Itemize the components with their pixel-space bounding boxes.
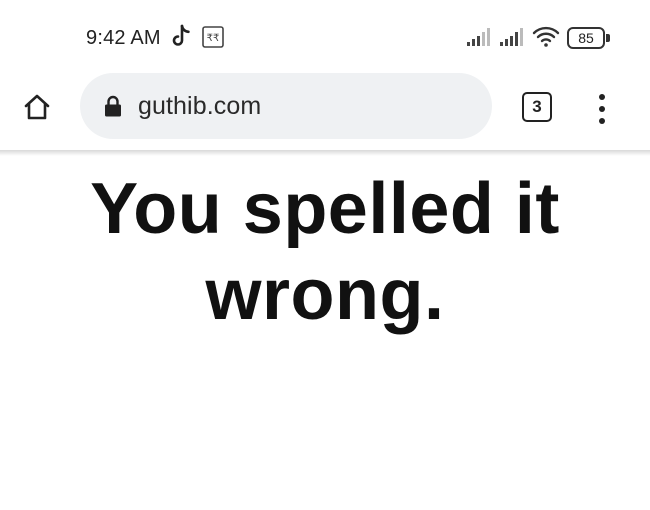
signal-strength-icon <box>500 28 523 46</box>
more-vertical-icon[interactable] <box>592 92 612 126</box>
tab-switcher-button[interactable]: 3 <box>522 92 552 122</box>
rupee-glyph: ₹₹ <box>207 33 220 44</box>
status-bar: 9:42 AM ₹₹ 85 <box>0 0 650 70</box>
page-headline: You spelled it wrong. <box>90 169 560 335</box>
battery-icon: 85 <box>567 27 611 49</box>
battery-level: 85 <box>567 27 605 49</box>
tiktok-icon <box>172 24 190 46</box>
menu-dot <box>599 106 605 112</box>
battery-tip <box>606 34 610 42</box>
status-time: 9:42 AM <box>86 27 161 49</box>
menu-dot <box>599 118 605 124</box>
signal-strength-icon <box>467 28 490 46</box>
page-content: You spelled it wrong. <box>0 156 650 510</box>
rupee-app-icon: ₹₹ <box>202 26 224 48</box>
wifi-icon <box>532 26 560 47</box>
url-text[interactable]: guthib.com <box>138 92 261 121</box>
home-icon <box>24 94 50 120</box>
url-bar[interactable]: guthib.com <box>80 73 492 139</box>
browser-toolbar: guthib.com 3 <box>0 70 650 152</box>
menu-dot <box>599 94 605 100</box>
lock-icon <box>105 95 121 117</box>
home-button[interactable] <box>20 90 54 124</box>
